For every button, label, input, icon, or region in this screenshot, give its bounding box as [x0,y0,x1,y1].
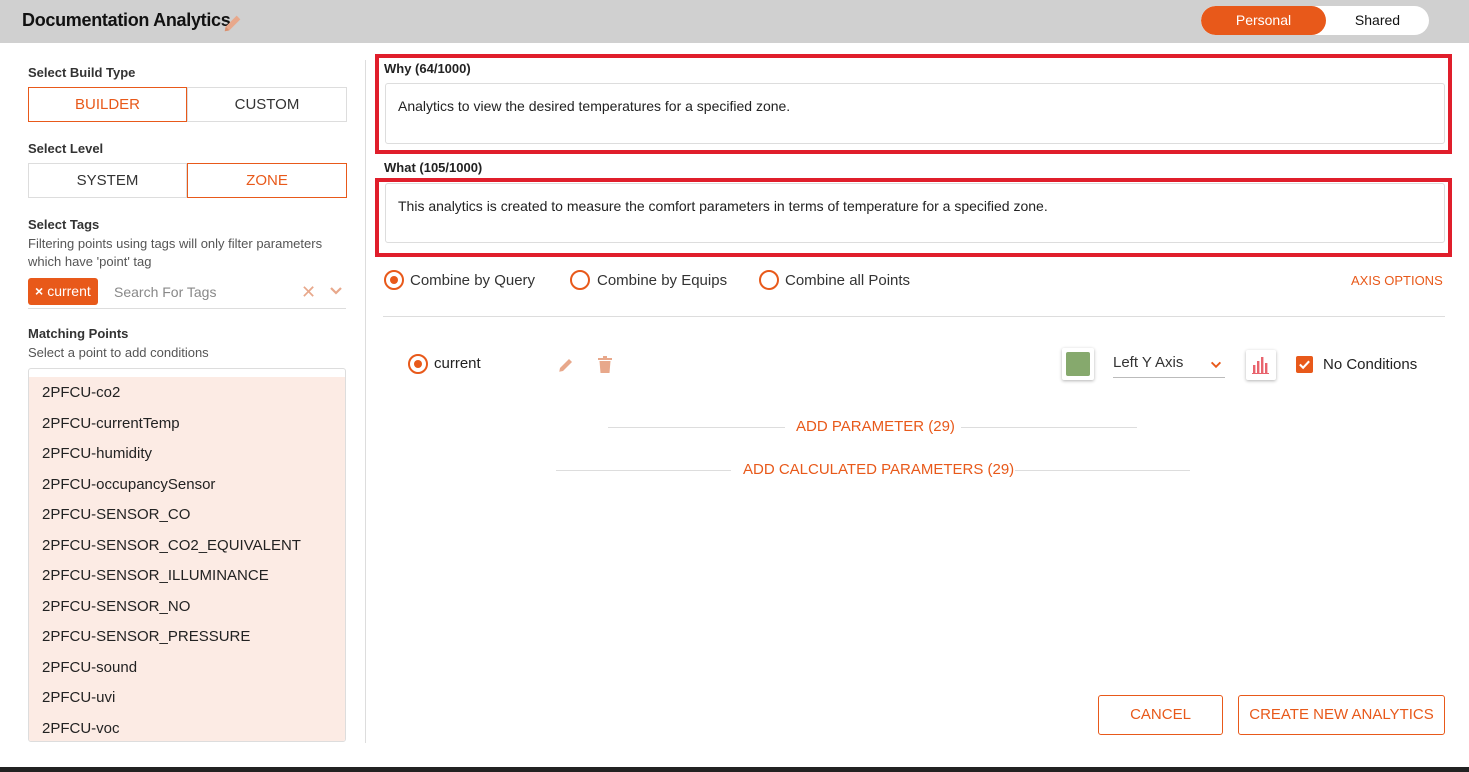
pencil-icon[interactable] [222,12,244,34]
what-label: What (105/1000) [384,160,483,175]
add-parameter-line-left [608,427,785,428]
level-system[interactable]: SYSTEM [28,163,187,198]
clear-icon[interactable]: ✕ [301,282,316,302]
combine-all-label[interactable]: Combine all Points [785,272,910,289]
radio-combine-equips[interactable] [570,270,590,290]
tags-help: Filtering points using tags will only fi… [28,236,323,269]
no-conditions-label: No Conditions [1323,356,1418,373]
chip-remove-icon[interactable]: × [35,283,43,299]
add-calculated-line-right [1015,470,1190,471]
list-item[interactable]: 2PFCU-occupancySensor [42,476,215,493]
list-item[interactable]: 2PFCU-sound [42,659,137,676]
list-item[interactable]: 2PFCU-SENSOR_PRESSURE [42,628,250,645]
header-bar: Documentation Analytics Personal Shared [0,0,1469,43]
no-conditions-checkbox[interactable] [1296,356,1313,373]
build-type-label: Select Build Type [28,65,136,80]
pencil-icon[interactable] [557,356,575,374]
why-textarea[interactable]: Analytics to view the desired temperatur… [385,83,1445,144]
matching-points-label: Matching Points [28,326,129,341]
list-item[interactable]: 2PFCU-SENSOR_CO2_EQUIVALENT [42,537,301,554]
color-swatch [1066,352,1090,376]
tag-chip-current: × current [28,278,98,305]
bottom-edge [0,767,1469,772]
combine-equips-label[interactable]: Combine by Equips [597,272,727,289]
add-parameter-button[interactable]: ADD PARAMETER (29) [796,418,955,435]
build-type-custom[interactable]: CUSTOM [187,87,347,122]
list-item[interactable]: 2PFCU-humidity [42,445,152,462]
matching-points-help: Select a point to add conditions [28,345,209,360]
axis-select-value: Left Y Axis [1113,354,1184,371]
list-item[interactable]: 2PFCU-voc [42,720,120,737]
list-item[interactable]: 2PFCU-currentTemp [42,415,180,432]
build-type-builder[interactable]: BUILDER [28,87,187,122]
trash-icon[interactable] [597,356,613,374]
level-label: Select Level [28,141,104,156]
toggle-personal[interactable]: Personal [1201,6,1326,35]
list-item[interactable]: 2PFCU-co2 [42,384,120,401]
points-list-body: 2PFCU-co2 2PFCU-currentTemp 2PFCU-humidi… [29,377,345,741]
visibility-toggle: Personal Shared [1201,6,1429,35]
tags-label: Select Tags [28,217,100,232]
check-icon [1299,360,1310,370]
list-item[interactable]: 2PFCU-uvi [42,689,115,706]
level-zone[interactable]: ZONE [187,163,347,198]
parameter-radio[interactable] [408,354,428,374]
radio-combine-all[interactable] [759,270,779,290]
page-title: Documentation Analytics [22,10,231,30]
tag-input-underline [28,308,346,309]
add-calculated-button[interactable]: ADD CALCULATED PARAMETERS (29) [743,461,1014,478]
tag-chip-label: current [47,283,91,299]
chevron-down-icon [1210,361,1222,369]
toggle-shared[interactable]: Shared [1326,6,1429,35]
list-item[interactable]: 2PFCU-SENSOR_NO [42,598,190,615]
add-parameter-line-right [961,427,1137,428]
create-analytics-button[interactable]: CREATE NEW ANALYTICS [1238,695,1445,735]
axis-select[interactable]: Left Y Axis [1113,354,1225,378]
list-item[interactable]: 2PFCU-SENSOR_ILLUMINANCE [42,567,269,584]
cancel-button[interactable]: CANCEL [1098,695,1223,735]
section-divider [383,316,1445,317]
parameter-name: current [434,355,481,372]
combine-query-label[interactable]: Combine by Query [410,272,535,289]
radio-combine-query[interactable] [384,270,404,290]
chevron-down-icon[interactable] [328,283,344,299]
what-textarea[interactable]: This analytics is created to measure the… [385,183,1445,243]
add-calculated-line-left [556,470,731,471]
list-item[interactable]: 2PFCU-SENSOR_CO [42,506,190,523]
axis-options-link[interactable]: AXIS OPTIONS [1351,273,1443,288]
chart-type-button[interactable] [1246,350,1276,380]
color-picker[interactable] [1062,348,1094,380]
bar-chart-icon [1252,357,1269,374]
sidebar-divider [365,60,366,743]
tag-search-input[interactable] [108,278,298,305]
why-label: Why (64/1000) [384,61,471,76]
matching-points-list: 2PFCU-co2 2PFCU-currentTemp 2PFCU-humidi… [28,368,346,742]
